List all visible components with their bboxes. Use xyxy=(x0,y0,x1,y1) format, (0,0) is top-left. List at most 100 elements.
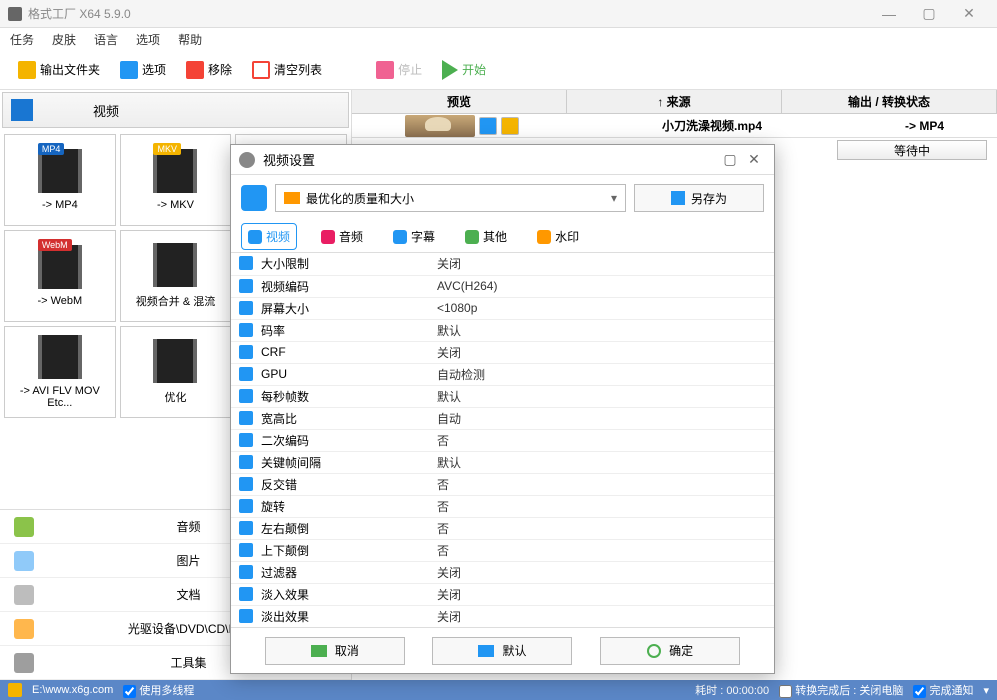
dialog-icon xyxy=(239,152,255,168)
col-source[interactable]: ↑ 来源 xyxy=(567,90,782,113)
setting-value[interactable]: 否 xyxy=(431,495,774,517)
setting-row[interactable]: 左右颠倒否 xyxy=(231,517,774,539)
setting-row[interactable]: 反交错否 xyxy=(231,473,774,495)
setting-key: 码率 xyxy=(261,324,285,338)
output-format: -> MP4 xyxy=(852,119,997,133)
setting-row[interactable]: 每秒帧数默认 xyxy=(231,385,774,407)
dialog-tab[interactable]: 字幕 xyxy=(387,224,441,249)
info-button[interactable] xyxy=(479,117,497,135)
setting-key: GPU xyxy=(261,367,287,381)
clear-list-button[interactable]: 清空列表 xyxy=(244,57,330,83)
ok-button[interactable]: 确定 xyxy=(600,637,740,665)
done-notify-toggle[interactable]: 完成通知 xyxy=(913,682,973,698)
stop-button[interactable]: 停止 xyxy=(368,57,430,83)
cancel-button[interactable]: 取消 xyxy=(265,637,405,665)
stop-icon xyxy=(376,61,394,79)
setting-value[interactable]: 关闭 xyxy=(431,605,774,627)
setting-value[interactable]: 否 xyxy=(431,473,774,495)
setting-icon xyxy=(239,323,253,337)
task-list-header: 预览 ↑ 来源 输出 / 转换状态 xyxy=(352,90,997,114)
default-button[interactable]: 默认 xyxy=(432,637,572,665)
setting-row[interactable]: 大小限制 关闭 xyxy=(231,253,774,275)
setting-value[interactable]: 关闭 xyxy=(431,341,774,363)
setting-icon xyxy=(239,279,253,293)
setting-row[interactable]: 码率 默认 xyxy=(231,319,774,341)
setting-row[interactable]: 视频编码AVC(H264) xyxy=(231,275,774,297)
stop-label: 停止 xyxy=(398,61,422,78)
tab-label: 其他 xyxy=(483,228,507,245)
output-folder-label: 输出文件夹 xyxy=(40,61,100,78)
format-tile[interactable]: MP4-> MP4 xyxy=(4,134,116,226)
setting-value[interactable]: 关闭 xyxy=(431,561,774,583)
format-tile[interactable]: MKV-> MKV xyxy=(120,134,232,226)
category-header-video[interactable]: 视频 xyxy=(2,92,349,128)
setting-row[interactable]: 关键帧间隔默认 xyxy=(231,451,774,473)
dialog-tab[interactable]: 其他 xyxy=(459,224,513,249)
start-button[interactable]: 开始 xyxy=(434,56,494,84)
setting-value[interactable]: 自动检测 xyxy=(431,363,774,385)
menu-options[interactable]: 选项 xyxy=(136,31,160,48)
dialog-tab[interactable]: 水印 xyxy=(531,224,585,249)
format-badge: MKV xyxy=(153,143,181,155)
setting-row[interactable]: 淡入效果关闭 xyxy=(231,583,774,605)
remove-button[interactable]: 移除 xyxy=(178,57,240,83)
save-as-button[interactable]: 另存为 xyxy=(634,184,764,212)
elapsed-time: 耗时 : 00:00:00 xyxy=(695,682,769,698)
dialog-tab[interactable]: 视频 xyxy=(241,223,297,250)
setting-icon xyxy=(239,609,253,623)
multithread-toggle[interactable]: 使用多线程 xyxy=(123,682,194,698)
dialog-close-icon[interactable]: ✕ xyxy=(742,151,766,168)
setting-value[interactable]: 默认 xyxy=(431,385,774,407)
dialog-tab[interactable]: 音频 xyxy=(315,224,369,249)
options-button[interactable]: 选项 xyxy=(112,57,174,83)
setting-value[interactable]: 否 xyxy=(431,517,774,539)
setting-value[interactable]: 否 xyxy=(431,539,774,561)
setting-row[interactable]: 宽高比自动 xyxy=(231,407,774,429)
setting-value[interactable]: 否 xyxy=(431,429,774,451)
setting-row[interactable]: GPU 自动检测 xyxy=(231,363,774,385)
tab-label: 视频 xyxy=(266,228,290,245)
setting-icon xyxy=(239,565,253,579)
format-tile[interactable]: WebM-> WebM xyxy=(4,230,116,322)
dialog-maximize-icon[interactable]: ▢ xyxy=(718,151,742,168)
setting-key: 过滤器 xyxy=(261,566,297,580)
maximize-icon[interactable]: ▢ xyxy=(909,5,949,22)
setting-value[interactable]: AVC(H264) xyxy=(431,275,774,297)
after-convert-toggle[interactable]: 转换完成后 : 关闭电脑 xyxy=(779,682,903,698)
setting-row[interactable]: 旋转否 xyxy=(231,495,774,517)
setting-row[interactable]: 屏幕大小 <1080p xyxy=(231,297,774,319)
setting-value[interactable]: <1080p xyxy=(431,297,774,319)
folder-mini-icon[interactable] xyxy=(8,683,22,697)
setting-value[interactable]: 默认 xyxy=(431,319,774,341)
setting-row[interactable]: 淡出效果 关闭 xyxy=(231,605,774,627)
format-tile[interactable]: 视频合并 & 混流 xyxy=(120,230,232,322)
output-folder-button[interactable]: 输出文件夹 xyxy=(10,57,108,83)
dropdown-icon[interactable]: ▾ xyxy=(983,684,989,697)
setting-row[interactable]: CRF关闭 xyxy=(231,341,774,363)
chevron-down-icon: ▾ xyxy=(611,191,617,205)
output-path[interactable]: E:\www.x6g.com xyxy=(32,684,113,696)
open-folder-button[interactable] xyxy=(501,117,519,135)
setting-row[interactable]: 过滤器 关闭 xyxy=(231,561,774,583)
setting-key: 大小限制 xyxy=(261,257,309,271)
setting-row[interactable]: 上下颠倒否 xyxy=(231,539,774,561)
setting-value[interactable]: 关闭 xyxy=(431,583,774,605)
menu-lang[interactable]: 语言 xyxy=(94,31,118,48)
setting-value[interactable]: 自动 xyxy=(431,407,774,429)
setting-icon xyxy=(239,411,253,425)
task-row[interactable]: 小刀洗澡视频.mp4 -> MP4 xyxy=(352,114,997,138)
format-tile[interactable]: -> AVI FLV MOV Etc... xyxy=(4,326,116,418)
setting-value[interactable]: 关闭 xyxy=(431,253,774,275)
format-tile[interactable]: 优化 xyxy=(120,326,232,418)
close-icon[interactable]: ✕ xyxy=(949,5,989,22)
menu-help[interactable]: 帮助 xyxy=(178,31,202,48)
preset-select[interactable]: 最优化的质量和大小 ▾ xyxy=(275,184,626,212)
setting-key: 屏幕大小 xyxy=(261,302,309,316)
setting-value[interactable]: 默认 xyxy=(431,451,774,473)
menu-skin[interactable]: 皮肤 xyxy=(52,31,76,48)
source-filename: 小刀洗澡视频.mp4 xyxy=(572,117,852,134)
setting-key: 淡出效果 xyxy=(261,610,309,624)
minimize-icon[interactable]: — xyxy=(869,6,909,22)
setting-row[interactable]: 二次编码否 xyxy=(231,429,774,451)
menu-task[interactable]: 任务 xyxy=(10,31,34,48)
